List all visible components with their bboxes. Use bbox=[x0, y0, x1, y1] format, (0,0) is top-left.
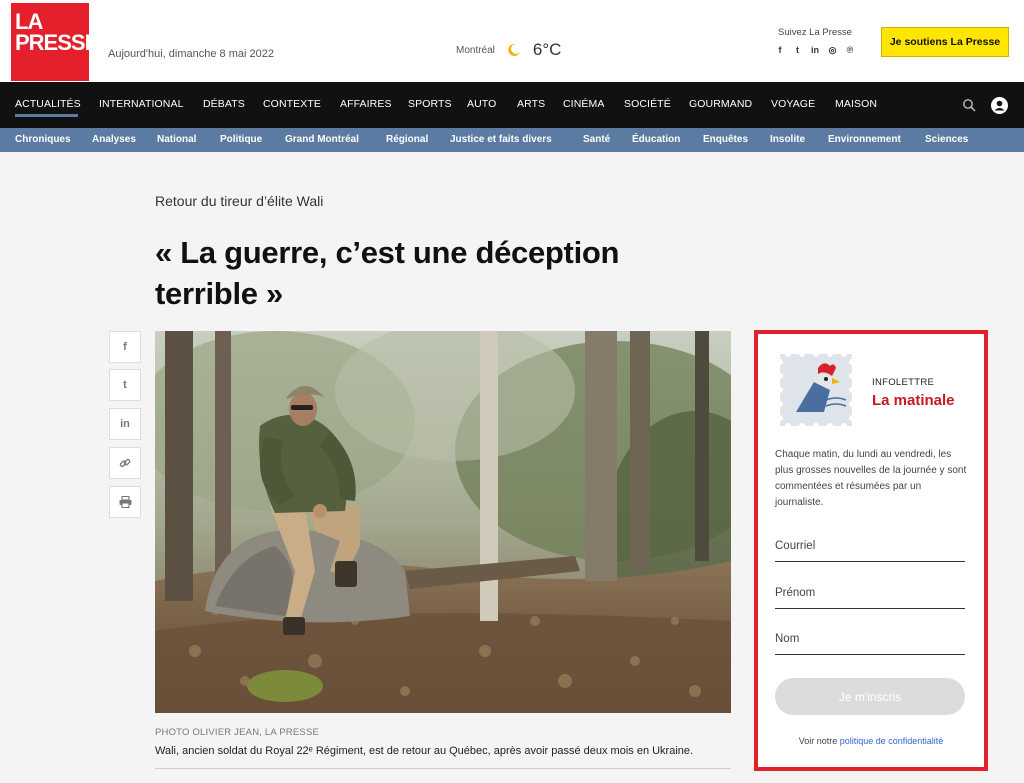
instagram-icon[interactable]: ◎ bbox=[827, 45, 839, 56]
newsletter-name: La matinale bbox=[872, 392, 955, 409]
subnav-item-sciences[interactable]: Sciences bbox=[925, 134, 968, 145]
weather-city: Montréal bbox=[456, 44, 495, 56]
forest-soldier-photo bbox=[155, 331, 731, 713]
linkedin-icon[interactable]: in bbox=[809, 45, 821, 56]
nav-item-cinema[interactable]: CINÉMA bbox=[563, 98, 604, 110]
privacy-notice: Voir notre politique de confidentialité bbox=[758, 736, 984, 746]
nav-item-actualites[interactable]: ACTUALITÉS bbox=[15, 98, 81, 110]
share-linkedin-button[interactable]: in bbox=[109, 408, 141, 440]
nav-item-auto[interactable]: AUTO bbox=[467, 98, 496, 110]
subscribe-button[interactable]: Je m'inscris bbox=[775, 678, 965, 715]
subnav-item-justice[interactable]: Justice et faits divers bbox=[450, 134, 552, 145]
nav-item-sports[interactable]: SPORTS bbox=[408, 98, 452, 110]
top-header: LA PRESSE Aujourd'hui, dimanche 8 mai 20… bbox=[0, 0, 1024, 82]
nav-item-debats[interactable]: DÉBATS bbox=[203, 98, 245, 110]
share-twitter-button[interactable]: t bbox=[109, 369, 141, 401]
twitter-icon[interactable]: t bbox=[792, 45, 804, 56]
lastname-field[interactable]: Nom bbox=[775, 629, 965, 655]
section-subnavigation: Chroniques Analyses National Politique G… bbox=[0, 128, 1024, 152]
photo-credit: PHOTO OLIVIER JEAN, LA PRESSE bbox=[155, 727, 320, 738]
social-follow: Suivez La Presse f t in ◎ ℗ bbox=[772, 27, 858, 56]
support-button[interactable]: Je soutiens La Presse bbox=[881, 27, 1009, 57]
nav-item-international[interactable]: INTERNATIONAL bbox=[99, 98, 184, 110]
article-headline: « La guerre, c’est une déception terribl… bbox=[155, 235, 620, 311]
newsletter-tag: INFOLETTRE bbox=[872, 377, 935, 388]
facebook-icon[interactable]: f bbox=[774, 45, 786, 56]
main-navigation: ACTUALITÉS INTERNATIONAL DÉBATS CONTEXTE… bbox=[0, 82, 1024, 128]
email-field[interactable]: Courriel bbox=[775, 536, 965, 562]
current-date: Aujourd'hui, dimanche 8 mai 2022 bbox=[108, 48, 274, 60]
subnav-item-insolite[interactable]: Insolite bbox=[770, 134, 805, 145]
follow-label: Suivez La Presse bbox=[778, 27, 852, 38]
search-icon[interactable] bbox=[962, 98, 976, 112]
subnav-item-education[interactable]: Éducation bbox=[632, 134, 680, 145]
la-presse-logo[interactable]: LA PRESSE bbox=[11, 3, 99, 81]
facebook-icon: f bbox=[123, 341, 127, 353]
subnav-item-chroniques[interactable]: Chroniques bbox=[15, 134, 71, 145]
subnav-item-national[interactable]: National bbox=[157, 134, 196, 145]
printer-icon bbox=[119, 496, 131, 508]
privacy-policy-link[interactable]: politique de confidentialité bbox=[840, 736, 944, 746]
article-kicker: Retour du tireur d’élite Wali bbox=[155, 193, 324, 209]
nav-item-societe[interactable]: SOCIÉTÉ bbox=[624, 98, 671, 110]
logo-text-line2: PRESSE bbox=[15, 30, 99, 55]
linkedin-icon: in bbox=[120, 418, 130, 430]
photo-caption: Wali, ancien soldat du Royal 22ᵉ Régimen… bbox=[155, 745, 694, 757]
nav-item-affaires[interactable]: AFFAIRES bbox=[340, 98, 392, 110]
subnav-item-sante[interactable]: Santé bbox=[583, 134, 610, 145]
firstname-field[interactable]: Prénom bbox=[775, 583, 965, 609]
nav-item-arts[interactable]: ARTS bbox=[517, 98, 545, 110]
share-facebook-button[interactable]: f bbox=[109, 331, 141, 363]
subnav-item-analyses[interactable]: Analyses bbox=[92, 134, 136, 145]
nav-item-gourmand[interactable]: GOURMAND bbox=[689, 98, 752, 110]
newsletter-signup-box: INFOLETTRE La matinale Chaque matin, du … bbox=[754, 330, 988, 771]
weather-widget[interactable]: Montréal 6°C bbox=[456, 40, 561, 60]
subnav-item-politique[interactable]: Politique bbox=[220, 134, 262, 145]
subnav-item-regional[interactable]: Régional bbox=[386, 134, 428, 145]
newsletter-description: Chaque matin, du lundi au vendredi, les … bbox=[775, 449, 967, 508]
user-account-icon[interactable] bbox=[991, 97, 1008, 114]
caption-divider bbox=[155, 768, 731, 769]
moon-icon bbox=[508, 43, 520, 56]
logo-text-line1: LA bbox=[15, 9, 43, 34]
link-icon bbox=[119, 458, 131, 468]
rooster-stamp-icon bbox=[778, 352, 854, 428]
copy-link-button[interactable] bbox=[109, 447, 141, 479]
article-photo[interactable] bbox=[155, 331, 731, 713]
privacy-prefix: Voir notre bbox=[798, 736, 838, 746]
weather-temperature: 6°C bbox=[532, 40, 562, 59]
subnav-item-enquetes[interactable]: Enquêtes bbox=[703, 134, 748, 145]
nav-item-contexte[interactable]: CONTEXTE bbox=[263, 98, 321, 110]
twitter-icon: t bbox=[123, 379, 127, 391]
active-nav-indicator bbox=[15, 114, 78, 117]
nav-item-voyage[interactable]: VOYAGE bbox=[771, 98, 815, 110]
subnav-item-grand-montreal[interactable]: Grand Montréal bbox=[285, 134, 359, 145]
subnav-item-environnement[interactable]: Environnement bbox=[828, 134, 901, 145]
nav-item-maison[interactable]: MAISON bbox=[835, 98, 877, 110]
pinterest-icon[interactable]: ℗ bbox=[844, 45, 856, 56]
print-button[interactable] bbox=[109, 486, 141, 518]
